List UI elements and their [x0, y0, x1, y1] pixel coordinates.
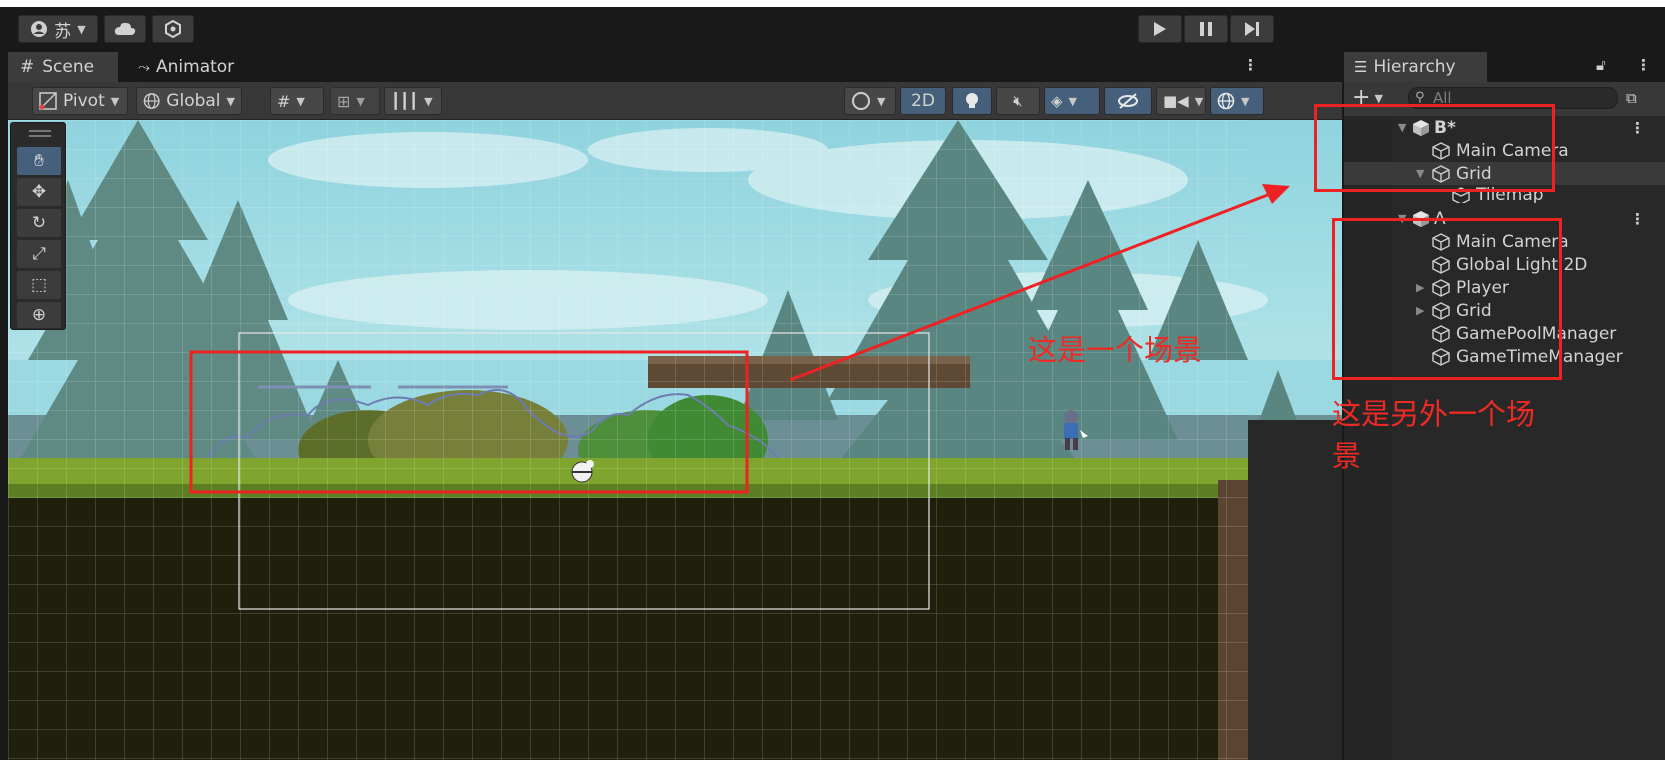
- annotation-arrow: [789, 184, 1290, 382]
- annotation-scene-note: 这是一个场景: [1028, 333, 1203, 367]
- annotation-other-scene-line2: 景: [1332, 439, 1362, 473]
- annotation-other-scene-line1: 这是另外一个场: [1332, 397, 1536, 431]
- unity-editor-window: { "top_toolbar": { "account_label": "苏",…: [0, 0, 1665, 760]
